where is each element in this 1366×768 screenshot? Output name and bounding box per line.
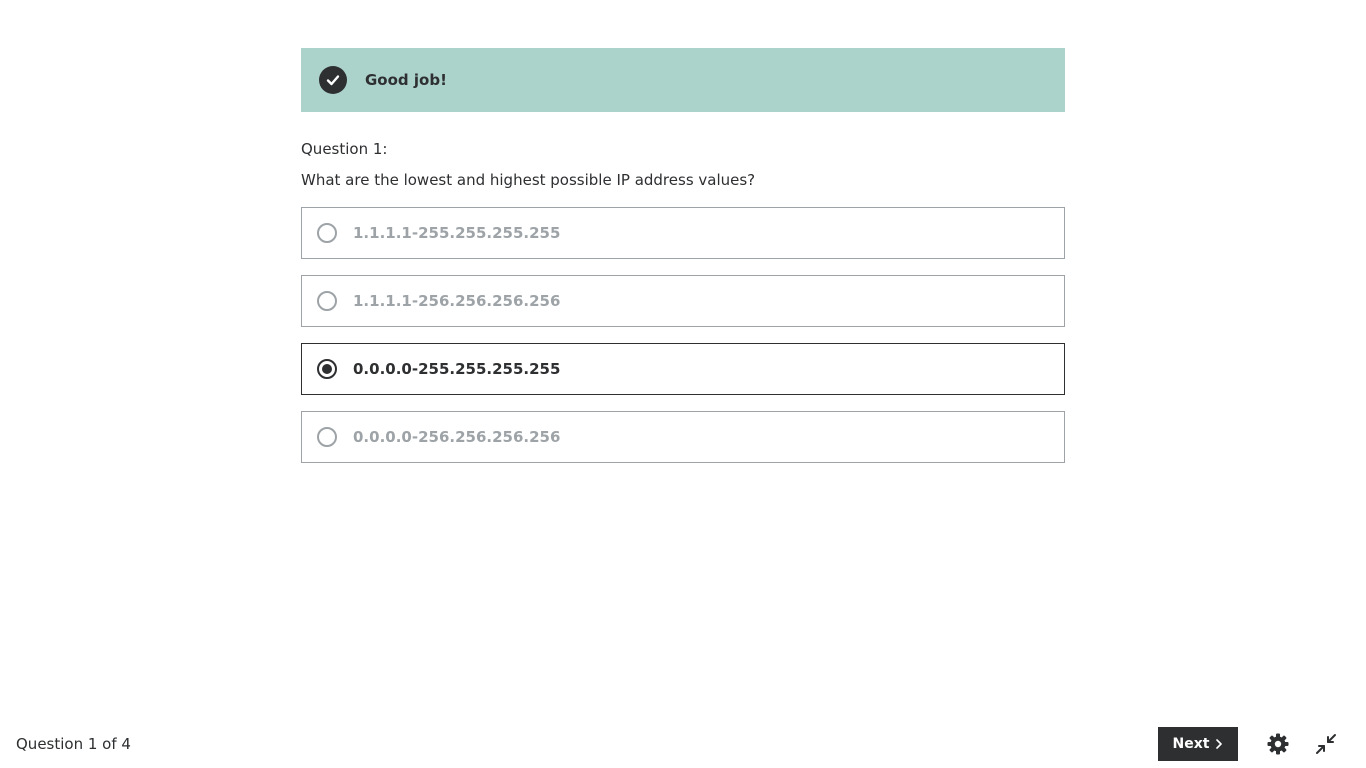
- radio-button[interactable]: [317, 223, 337, 243]
- radio-button[interactable]: [317, 427, 337, 447]
- question-number: Question 1:: [301, 140, 388, 158]
- answer-option-3[interactable]: 0.0.0.0-255.255.255.255: [301, 343, 1065, 395]
- answer-option-label: 0.0.0.0-256.256.256.256: [353, 428, 561, 446]
- compress-icon[interactable]: [1314, 732, 1338, 756]
- answer-option-2[interactable]: 1.1.1.1-256.256.256.256: [301, 275, 1065, 327]
- next-button-label: Next: [1172, 736, 1210, 752]
- radio-button[interactable]: [317, 291, 337, 311]
- feedback-message: Good job!: [365, 71, 447, 89]
- answer-option-4[interactable]: 0.0.0.0-256.256.256.256: [301, 411, 1065, 463]
- answer-option-label: 1.1.1.1-255.255.255.255: [353, 224, 561, 242]
- answer-options: 1.1.1.1-255.255.255.255 1.1.1.1-256.256.…: [301, 207, 1065, 463]
- question-prompt: What are the lowest and highest possible…: [301, 171, 756, 189]
- answer-option-label: 1.1.1.1-256.256.256.256: [353, 292, 561, 310]
- next-button[interactable]: Next: [1158, 727, 1238, 761]
- answer-option-1[interactable]: 1.1.1.1-255.255.255.255: [301, 207, 1065, 259]
- radio-button[interactable]: [317, 359, 337, 379]
- checkmark-icon: [319, 66, 347, 94]
- feedback-banner: Good job!: [301, 48, 1065, 112]
- chevron-right-icon: [1215, 739, 1223, 749]
- gear-icon[interactable]: [1266, 732, 1290, 756]
- radio-dot: [322, 364, 332, 374]
- question-progress: Question 1 of 4: [16, 735, 131, 753]
- answer-option-label: 0.0.0.0-255.255.255.255: [353, 360, 561, 378]
- quiz-container: Good job! Question 1: What are the lowes…: [301, 48, 1065, 479]
